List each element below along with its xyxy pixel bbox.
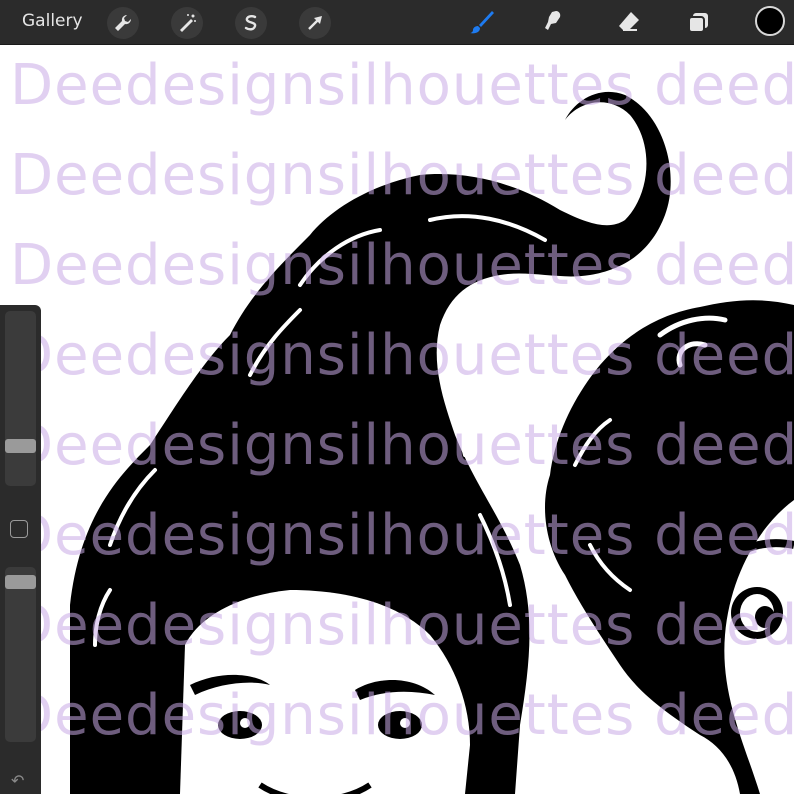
brush-size-slider[interactable] xyxy=(5,311,36,486)
color-picker-button[interactable] xyxy=(755,6,785,36)
selection-icon[interactable] xyxy=(235,7,267,39)
layers-icon[interactable] xyxy=(682,5,716,39)
drawing-canvas[interactable]: Deedesignsilhouettes deedesign Deedesign… xyxy=(0,45,794,794)
opacity-handle[interactable] xyxy=(5,575,36,589)
gallery-button[interactable]: Gallery xyxy=(22,11,83,31)
undo-icon[interactable]: ↶ xyxy=(11,771,24,790)
silhouette-artwork xyxy=(70,91,794,794)
brush-icon[interactable] xyxy=(465,5,499,39)
transform-arrow-icon[interactable] xyxy=(299,7,331,39)
opacity-slider[interactable] xyxy=(5,567,36,742)
smudge-icon[interactable] xyxy=(536,5,570,39)
top-toolbar: Gallery xyxy=(0,0,794,45)
eraser-icon[interactable] xyxy=(611,5,645,39)
left-sidebar: ↶ xyxy=(0,305,41,794)
modify-button[interactable] xyxy=(10,520,28,538)
wrench-icon[interactable] xyxy=(107,7,139,39)
brush-size-handle[interactable] xyxy=(5,439,36,453)
magic-wand-icon[interactable] xyxy=(171,7,203,39)
